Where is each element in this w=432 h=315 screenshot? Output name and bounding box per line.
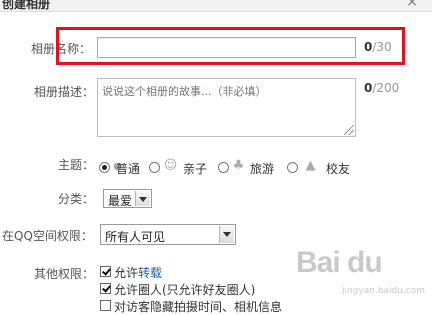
highlight-box bbox=[56, 27, 405, 65]
baidu-watermark: Bai du jingyan.baidu.com bbox=[296, 246, 432, 309]
palm-tree-icon: ♣ bbox=[232, 158, 245, 173]
chevron-down-icon bbox=[219, 226, 234, 243]
album-name-counter: 0/30 bbox=[364, 40, 392, 54]
album-description-max: /200 bbox=[372, 81, 400, 95]
watermark-url: jingyan.baidu.com bbox=[342, 286, 426, 296]
category-select-value: 最爱 bbox=[108, 194, 133, 208]
theme-radio-family[interactable] bbox=[149, 162, 160, 173]
allow-repost-checkbox[interactable] bbox=[100, 266, 111, 277]
category-label: 分类： bbox=[58, 192, 95, 206]
baby-face-icon: ☺ bbox=[163, 158, 178, 173]
dialog-titlebar: 创建相册 × bbox=[0, 0, 432, 12]
category-select[interactable]: 最爱 bbox=[103, 189, 152, 208]
graduation-cap-icon: ▲ bbox=[305, 158, 316, 173]
other-permissions-label: 其他权限： bbox=[34, 267, 95, 281]
album-description-counter: 0/200 bbox=[364, 81, 399, 95]
chevron-down-icon bbox=[135, 191, 150, 206]
theme-label: 主题： bbox=[58, 158, 95, 172]
theme-option-normal[interactable]: 普通 bbox=[116, 160, 140, 177]
allow-tagging-label[interactable]: 允许圈人(只允许好友圈人) bbox=[114, 281, 255, 298]
hide-camera-info-checkbox[interactable] bbox=[100, 300, 111, 311]
repost-link[interactable]: 转载 bbox=[138, 266, 162, 280]
theme-radio-alumni[interactable] bbox=[287, 162, 298, 173]
theme-option-alumni[interactable]: 校友 bbox=[326, 160, 350, 177]
dialog-title: 创建相册 bbox=[2, 0, 51, 11]
allow-repost-label[interactable]: 允许转载 bbox=[114, 264, 162, 281]
theme-radio-normal[interactable] bbox=[99, 162, 110, 173]
album-description-label: 相册描述： bbox=[34, 85, 95, 99]
theme-option-travel[interactable]: 旅游 bbox=[250, 160, 274, 177]
qzone-permission-label: 在QQ空间权限： bbox=[2, 229, 93, 243]
close-icon[interactable]: × bbox=[406, 0, 418, 10]
album-description-textarea[interactable] bbox=[97, 78, 356, 137]
allow-repost-prefix: 允许 bbox=[114, 266, 139, 280]
qzone-permission-select[interactable]: 所有人可见 bbox=[100, 224, 236, 245]
allow-tagging-checkbox[interactable] bbox=[100, 283, 111, 294]
resize-grip-icon[interactable] bbox=[344, 125, 354, 135]
album-name-max: /30 bbox=[372, 40, 392, 54]
hide-camera-info-label[interactable]: 对访客隐藏拍摄时间、相机信息 bbox=[114, 298, 282, 315]
theme-radio-travel[interactable] bbox=[218, 162, 229, 173]
theme-option-family[interactable]: 亲子 bbox=[183, 160, 207, 177]
qzone-permission-value: 所有人可见 bbox=[105, 230, 166, 244]
watermark-logo: Bai du bbox=[296, 246, 383, 279]
